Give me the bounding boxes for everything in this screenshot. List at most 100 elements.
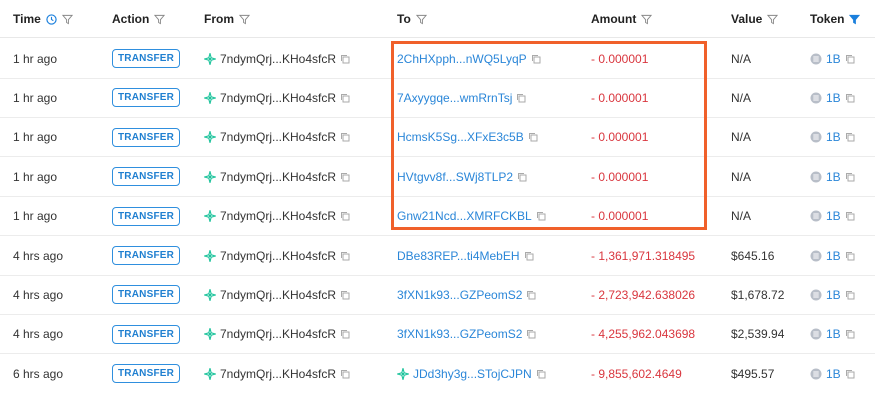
copy-icon[interactable]	[340, 211, 350, 221]
action-filter-icon[interactable]	[154, 14, 166, 25]
copy-icon[interactable]	[845, 290, 855, 300]
copy-icon[interactable]	[536, 369, 546, 379]
token-link[interactable]: 1B	[826, 249, 841, 263]
token-link[interactable]: 1B	[826, 170, 841, 184]
copy-icon[interactable]	[531, 54, 541, 64]
token-link[interactable]: 1B	[826, 52, 841, 66]
table-row: 1 hr ago TRANSFER 7ndymQrj...KHo4sfcR 2ChHX…	[0, 39, 875, 79]
to-cell: 2ChHXpph...nWQ5LyqP	[397, 39, 541, 78]
time-text: 1 hr ago	[13, 169, 58, 184]
from-address[interactable]: 7ndymQrj...KHo4sfcR	[220, 367, 336, 381]
token-coin-icon	[810, 289, 822, 301]
from-address[interactable]: 7ndymQrj...KHo4sfcR	[220, 249, 336, 263]
copy-icon[interactable]	[517, 172, 527, 182]
copy-icon[interactable]	[845, 369, 855, 379]
to-address-link[interactable]: 2ChHXpph...nWQ5LyqP	[397, 52, 527, 66]
value-cell: N/A	[731, 197, 751, 236]
to-cell: Gnw21Ncd...XMRFCKBL	[397, 197, 546, 236]
to-address-link[interactable]: DBe83REP...ti4MebEH	[397, 249, 520, 263]
token-link[interactable]: 1B	[826, 130, 841, 144]
copy-icon[interactable]	[528, 132, 538, 142]
token-link[interactable]: 1B	[826, 209, 841, 223]
from-address[interactable]: 7ndymQrj...KHo4sfcR	[220, 327, 336, 341]
value-text: N/A	[731, 90, 752, 105]
solana-sparkle-icon	[204, 52, 216, 65]
copy-icon[interactable]	[340, 251, 350, 261]
header-action-label: Action	[112, 12, 150, 26]
copy-icon[interactable]	[340, 172, 350, 182]
value-text: $1,678.72	[731, 287, 785, 302]
solana-sparkle-icon	[204, 288, 216, 301]
copy-icon[interactable]	[845, 329, 855, 339]
copy-icon[interactable]	[845, 54, 855, 64]
from-address[interactable]: 7ndymQrj...KHo4sfcR	[220, 91, 336, 105]
to-cell: 7Axyygqe...wmRrnTsj	[397, 78, 526, 117]
copy-icon[interactable]	[526, 329, 536, 339]
from-address[interactable]: 7ndymQrj...KHo4sfcR	[220, 52, 336, 66]
from-address[interactable]: 7ndymQrj...KHo4sfcR	[220, 130, 336, 144]
amount-text: - 0.000001	[591, 130, 649, 145]
to-address-link[interactable]: HVtgvv8f...SWj8TLP2	[397, 170, 513, 184]
time-cell: 1 hr ago	[13, 78, 57, 117]
copy-icon[interactable]	[516, 93, 526, 103]
action-cell: TRANSFER	[112, 78, 181, 117]
header-time-label: Time	[13, 12, 41, 26]
token-link[interactable]: 1B	[826, 367, 841, 381]
to-address-link[interactable]: 3fXN1k93...GZPeomS2	[397, 327, 522, 341]
action-badge: TRANSFER	[112, 88, 181, 108]
solana-sparkle-icon	[204, 91, 216, 104]
table-row: 1 hr ago TRANSFER 7ndymQrj...KHo4sfcR HVtgv…	[0, 157, 875, 197]
clock-icon[interactable]	[46, 13, 57, 25]
from-address[interactable]: 7ndymQrj...KHo4sfcR	[220, 170, 336, 184]
token-cell: 1B	[810, 78, 855, 117]
to-address-link[interactable]: 7Axyygqe...wmRrnTsj	[397, 91, 512, 105]
value-text: $645.16	[731, 248, 775, 263]
token-coin-icon	[810, 131, 822, 143]
copy-icon[interactable]	[845, 172, 855, 182]
copy-icon[interactable]	[845, 211, 855, 221]
header-value-label: Value	[731, 12, 763, 26]
time-cell: 1 hr ago	[13, 118, 57, 157]
table-row: 4 hrs ago TRANSFER 7ndymQrj...KHo4sfcR DBe8…	[0, 236, 875, 276]
copy-icon[interactable]	[536, 211, 546, 221]
amount-cell: - 0.000001	[591, 78, 648, 117]
to-cell: 3fXN1k93...GZPeomS2	[397, 275, 536, 314]
to-cell: JDd3hy3g...STojCJPN	[397, 354, 546, 393]
copy-icon[interactable]	[340, 290, 350, 300]
from-filter-icon[interactable]	[239, 14, 250, 25]
token-link[interactable]: 1B	[826, 327, 841, 341]
from-address[interactable]: 7ndymQrj...KHo4sfcR	[220, 288, 336, 302]
solana-sparkle-icon	[204, 328, 216, 341]
to-filter-icon[interactable]	[415, 14, 427, 25]
copy-icon[interactable]	[340, 54, 350, 64]
copy-icon[interactable]	[340, 369, 350, 379]
copy-icon[interactable]	[526, 290, 536, 300]
value-filter-icon[interactable]	[767, 14, 779, 25]
to-address-link[interactable]: HcmsK5Sg...XFxE3c5B	[397, 130, 524, 144]
amount-filter-icon[interactable]	[641, 14, 653, 25]
time-text: 6 hrs ago	[13, 366, 64, 381]
copy-icon[interactable]	[524, 251, 534, 261]
to-address-link[interactable]: 3fXN1k93...GZPeomS2	[397, 288, 522, 302]
time-text: 1 hr ago	[13, 209, 58, 224]
token-link[interactable]: 1B	[826, 288, 841, 302]
from-address[interactable]: 7ndymQrj...KHo4sfcR	[220, 209, 336, 223]
to-address-link[interactable]: JDd3hy3g...STojCJPN	[413, 367, 532, 381]
table-header: Time Action From To Amount Value Token	[0, 0, 875, 38]
action-badge: TRANSFER	[112, 285, 181, 305]
amount-cell: - 0.000001	[591, 118, 648, 157]
amount-cell: - 0.000001	[591, 197, 648, 236]
header-action: Action	[112, 12, 166, 26]
copy-icon[interactable]	[845, 93, 855, 103]
copy-icon[interactable]	[340, 93, 350, 103]
to-address-link[interactable]: Gnw21Ncd...XMRFCKBL	[397, 209, 532, 223]
token-link[interactable]: 1B	[826, 91, 841, 105]
copy-icon[interactable]	[340, 132, 350, 142]
time-filter-icon[interactable]	[61, 14, 73, 25]
token-filter-icon[interactable]	[849, 14, 861, 25]
solana-sparkle-icon	[204, 131, 216, 144]
copy-icon[interactable]	[845, 132, 855, 142]
copy-icon[interactable]	[845, 251, 855, 261]
copy-icon[interactable]	[340, 329, 350, 339]
solana-sparkle-icon	[204, 249, 216, 262]
